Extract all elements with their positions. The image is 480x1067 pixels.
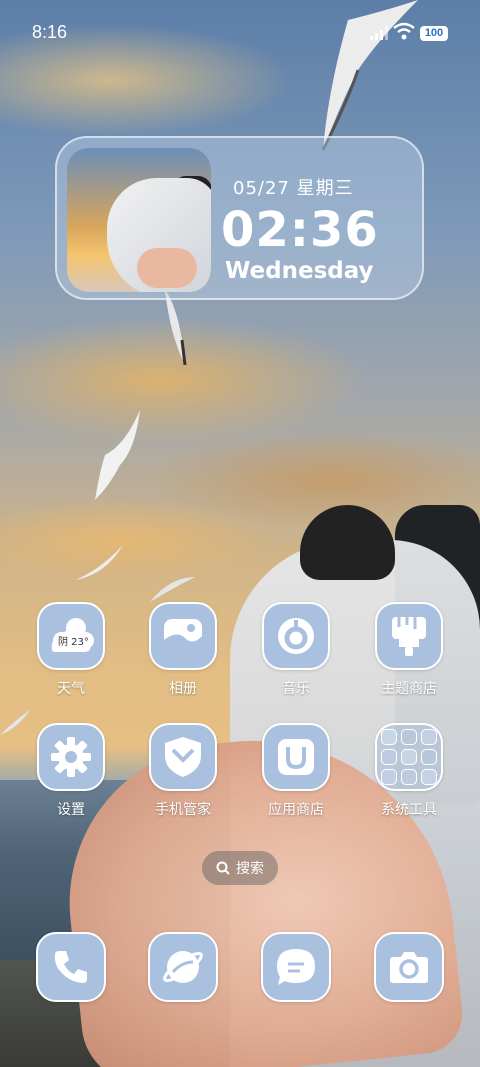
app-label: 应用商店 [268, 802, 324, 818]
widget-day: Wednesday [225, 258, 374, 284]
seagull-graphic [150, 577, 195, 602]
folder-icon [375, 723, 443, 791]
search-button[interactable]: 搜索 [202, 851, 278, 885]
app-label: 主题商店 [381, 681, 437, 697]
shopping-bag-icon [262, 723, 330, 791]
status-time: 8:16 [32, 22, 68, 42]
widget-photo [67, 148, 211, 292]
phone-icon [36, 932, 106, 1002]
app-music[interactable]: 音乐 [241, 602, 351, 698]
widget-date: 05/27 星期三 [233, 178, 354, 199]
dock-browser[interactable] [128, 932, 238, 1002]
seagull-graphic [75, 545, 123, 580]
app-app-store[interactable]: 应用商店 [241, 723, 351, 819]
seagull-graphic [165, 290, 187, 365]
app-phone-manager[interactable]: 手机管家 [128, 723, 238, 819]
app-label: 系统工具 [381, 802, 437, 818]
app-theme-store[interactable]: 主题商店 [354, 602, 464, 698]
app-label: 相册 [169, 681, 197, 697]
wifi-icon [393, 22, 415, 40]
weather-badge: 阴 23° [53, 632, 94, 649]
app-label: 手机管家 [155, 802, 211, 818]
gear-icon [37, 723, 105, 791]
weather-icon: 阴 23° [37, 602, 105, 670]
widget-clock: 02:36 [221, 202, 379, 258]
message-icon [261, 932, 331, 1002]
app-gallery[interactable]: 相册 [128, 602, 238, 698]
dock-camera[interactable] [354, 932, 464, 1002]
clock-widget[interactable]: 05/27 星期三 02:36 Wednesday [55, 136, 424, 300]
gallery-icon [149, 602, 217, 670]
dock-messages[interactable] [241, 932, 351, 1002]
app-label: 音乐 [282, 681, 310, 697]
music-icon [262, 602, 330, 670]
camera-icon [374, 932, 444, 1002]
app-weather[interactable]: 阴 23° 天气 [16, 602, 126, 698]
dock-phone[interactable] [16, 932, 126, 1002]
shield-icon [149, 723, 217, 791]
app-label: 天气 [57, 681, 85, 697]
app-label: 设置 [57, 802, 85, 818]
search-icon [216, 861, 230, 875]
cellular-signal-icon [370, 26, 388, 40]
app-settings[interactable]: 设置 [16, 723, 126, 819]
folder-system-tools[interactable]: 系统工具 [354, 723, 464, 819]
wallpaper-hood [300, 505, 395, 580]
theme-store-icon [375, 602, 443, 670]
seagull-graphic [95, 410, 140, 500]
battery-icon: 100 [420, 26, 448, 41]
browser-icon [148, 932, 218, 1002]
search-label: 搜索 [236, 861, 264, 877]
status-bar: 8:16 100 [0, 0, 480, 64]
